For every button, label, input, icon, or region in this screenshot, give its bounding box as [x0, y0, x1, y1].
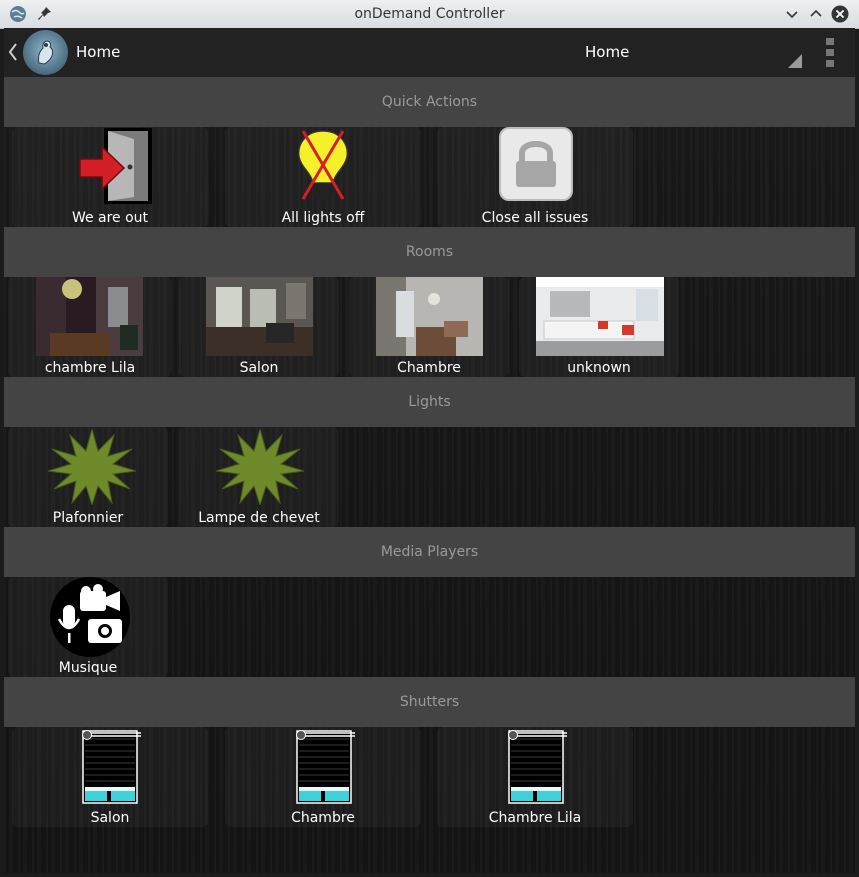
tile-label: Chambre	[291, 810, 355, 826]
room-photo	[206, 277, 313, 356]
media-players-row: Musique	[4, 577, 855, 677]
room-tile-salon[interactable]: Salon	[179, 277, 339, 377]
window-title: onDemand Controller	[354, 6, 505, 22]
rooms-row: chambre Lila Salon Chambre unknown	[4, 277, 855, 377]
back-chevron-icon[interactable]	[6, 40, 20, 64]
lightbulb-off-icon	[297, 130, 349, 200]
appbar-title[interactable]: Home	[76, 43, 120, 61]
tile-label: Salon	[90, 810, 130, 826]
shutters-row: Salon Chambre Chambre Lila	[4, 727, 855, 827]
section-header-shutters: Shutters	[4, 677, 855, 727]
section-header-quick-actions: Quick Actions	[4, 77, 855, 127]
section-header-media-players: Media Players	[4, 527, 855, 577]
section-header-rooms: Rooms	[4, 227, 855, 277]
tile-label: Close all issues	[481, 210, 589, 226]
spinner-dropdown-icon[interactable]	[788, 54, 802, 68]
room-photo	[376, 277, 483, 356]
view-spinner[interactable]: Home	[585, 43, 629, 61]
room-photo	[36, 277, 143, 356]
light-starburst-icon	[216, 429, 304, 505]
tile-label: All lights off	[281, 210, 365, 226]
dashboard-content: Quick Actions We are out All lights off	[4, 77, 855, 873]
tile-label: Plafonnier	[52, 510, 124, 526]
maximize-icon[interactable]	[806, 4, 826, 24]
minimize-icon[interactable]	[782, 4, 802, 24]
light-starburst-icon	[48, 429, 136, 505]
shutter-icon	[508, 730, 567, 804]
close-icon[interactable]	[830, 4, 850, 24]
media-player-icon	[50, 577, 130, 657]
tile-label: Salon	[239, 360, 279, 376]
exit-door-icon	[79, 128, 152, 204]
quick-action-all-lights-off[interactable]: All lights off	[225, 127, 421, 227]
room-tile-unknown[interactable]: unknown	[519, 277, 679, 377]
tile-label: unknown	[567, 360, 631, 376]
tile-label: Musique	[58, 660, 118, 676]
section-header-lights: Lights	[4, 377, 855, 427]
app-action-bar: Home Home	[4, 28, 855, 77]
lock-icon	[499, 127, 573, 201]
quick-action-close-all-issues[interactable]: Close all issues	[437, 127, 633, 227]
light-tile-plafonnier[interactable]: Plafonnier	[8, 427, 168, 527]
shutter-tile-chambre[interactable]: Chambre	[225, 727, 421, 827]
tile-label: Chambre Lila	[488, 810, 582, 826]
tile-label: Chambre	[397, 360, 461, 376]
room-photo	[536, 277, 664, 356]
shutter-icon	[296, 730, 355, 804]
window-titlebar: onDemand Controller	[0, 0, 859, 29]
room-tile-chambre-lila[interactable]: chambre Lila	[8, 277, 172, 377]
quick-action-we-are-out[interactable]: We are out	[12, 127, 208, 227]
tile-label: chambre Lila	[44, 360, 136, 376]
app-logo-icon[interactable]	[23, 30, 68, 75]
overflow-menu-icon[interactable]	[826, 38, 834, 68]
shutter-tile-chambre-lila[interactable]: Chambre Lila	[437, 727, 633, 827]
lights-row: Plafonnier Lampe de chevet	[4, 427, 855, 527]
tile-label: We are out	[71, 210, 149, 226]
media-player-tile-musique[interactable]: Musique	[8, 577, 168, 677]
quick-actions-row: We are out All lights off Close all issu…	[4, 127, 855, 227]
shutter-icon	[82, 730, 141, 804]
room-tile-chambre[interactable]: Chambre	[349, 277, 509, 377]
shutter-tile-salon[interactable]: Salon	[12, 727, 208, 827]
tile-label: Lampe de chevet	[198, 510, 320, 526]
light-tile-lampe-de-chevet[interactable]: Lampe de chevet	[179, 427, 339, 527]
